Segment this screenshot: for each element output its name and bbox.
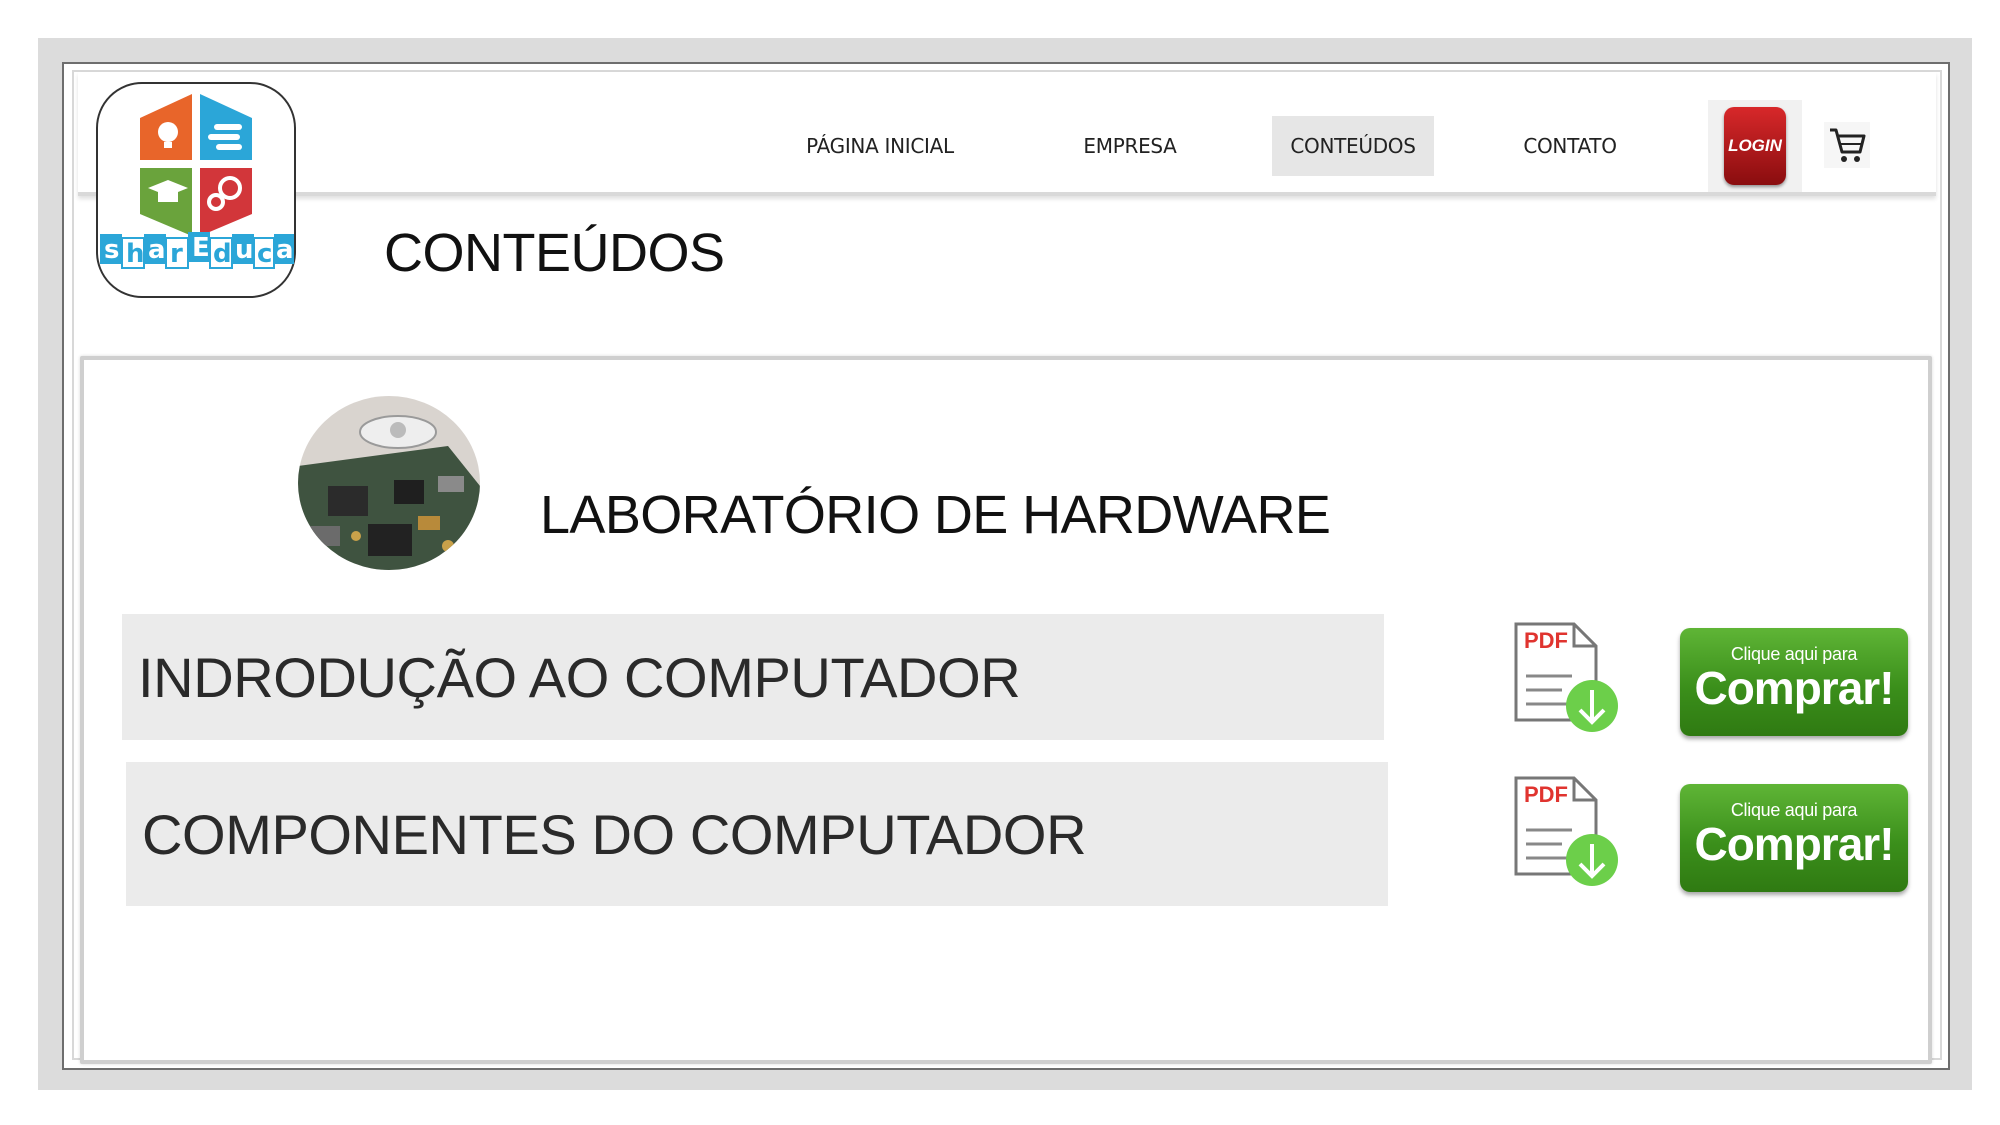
hard-drive-image: [298, 396, 480, 570]
module-row-1[interactable]: INDRODUÇÃO AO COMPUTADOR: [122, 614, 1384, 740]
brand-logo[interactable]: s h a r E d u c a: [96, 82, 296, 298]
svg-text:a: a: [148, 235, 166, 265]
pdf-icon-graphic: PDF: [1514, 622, 1618, 732]
login-label: LOGIN: [1724, 107, 1786, 185]
buy-button-label: Comprar!: [1694, 662, 1894, 714]
nav-pagina-inicial[interactable]: PÁGINA INICIAL: [790, 116, 970, 176]
svg-text:a: a: [276, 235, 294, 265]
logo-graphic: s h a r E d u c a: [100, 94, 294, 269]
header-bar: [78, 72, 1936, 196]
cart-icon-graphic: [1830, 128, 1866, 162]
module-title: COMPONENTES DO COMPUTADOR: [142, 802, 1087, 866]
page-title: CONTEÚDOS: [384, 223, 725, 283]
course-title: LABORATÓRIO DE HARDWARE: [540, 485, 1331, 545]
pdf-label: PDF: [1524, 782, 1568, 807]
buy-button-label: Comprar!: [1694, 818, 1894, 870]
nav-contato[interactable]: CONTATO: [1500, 116, 1640, 176]
svg-text:d: d: [213, 239, 232, 269]
nav-empresa[interactable]: EMPRESA: [1060, 116, 1200, 176]
svg-text:E: E: [192, 233, 210, 263]
cart-icon[interactable]: [1824, 122, 1870, 168]
module-title: INDRODUÇÃO AO COMPUTADOR: [138, 645, 1021, 709]
svg-text:r: r: [170, 239, 183, 269]
pdf-download-icon[interactable]: PDF: [1512, 620, 1622, 738]
pdf-download-icon[interactable]: PDF: [1512, 774, 1622, 892]
svg-text:c: c: [257, 239, 272, 269]
module-row-2[interactable]: COMPONENTES DO COMPUTADOR: [126, 762, 1388, 906]
svg-text:s: s: [104, 235, 119, 265]
buy-button[interactable]: Clique aqui para Comprar!: [1680, 628, 1908, 736]
svg-text:u: u: [235, 235, 254, 265]
nav-conteudos[interactable]: CONTEÚDOS: [1272, 116, 1434, 176]
login-button[interactable]: LOGIN: [1708, 100, 1802, 192]
pdf-label: PDF: [1524, 628, 1568, 653]
course-image: [298, 396, 480, 570]
buy-button[interactable]: Clique aqui para Comprar!: [1680, 784, 1908, 892]
svg-text:h: h: [126, 239, 145, 269]
pdf-icon-graphic: PDF: [1514, 776, 1618, 886]
